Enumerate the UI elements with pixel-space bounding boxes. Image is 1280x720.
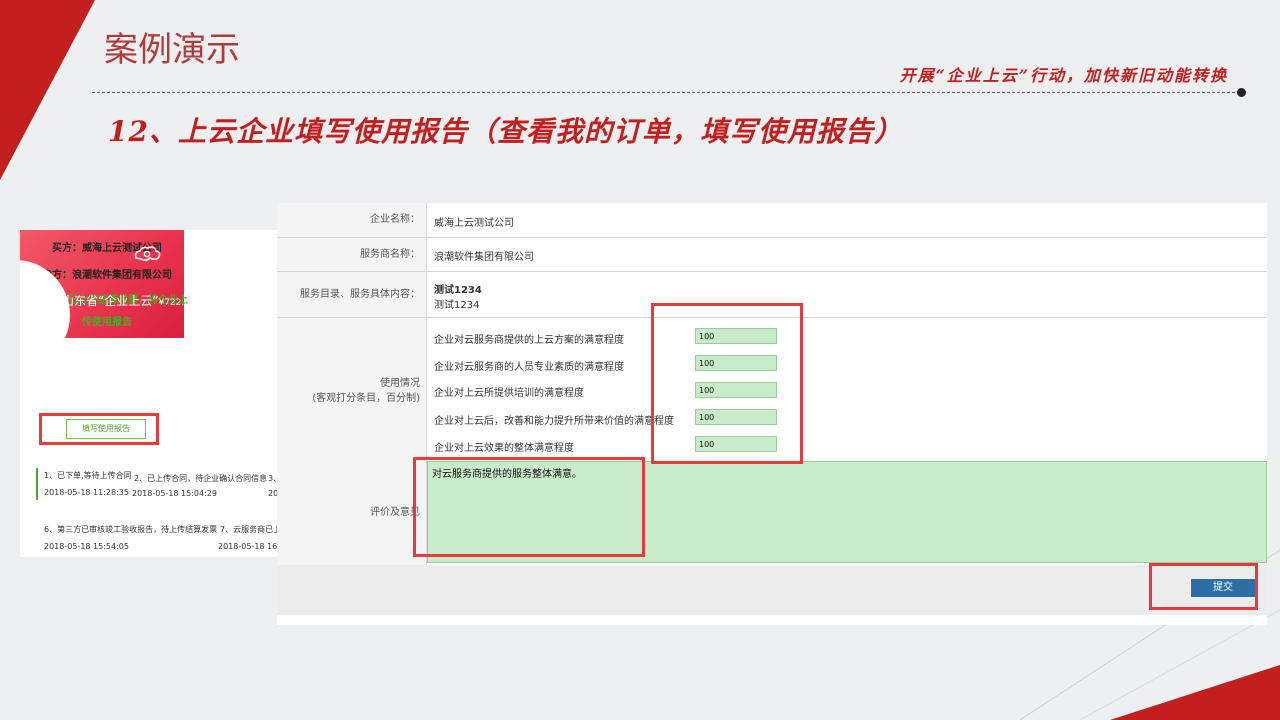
- timeline-date-1: 2018-05-18 11:28:35: [44, 488, 129, 497]
- form-row-provider: 服务商名称： 浪潮软件集团有限公司: [277, 238, 1267, 272]
- divider-line: [92, 92, 1240, 93]
- company-label: 企业名称：: [277, 203, 427, 237]
- company-value: 威海上云测试公司: [434, 218, 514, 229]
- divider-dot: [1237, 88, 1246, 97]
- promo-caption: 山东省“企业上云”¥722.00/次费: [62, 292, 217, 309]
- order-status-line-2: 传使用报告: [82, 317, 132, 328]
- slide-slogan: 开展“企业上云”行动，加快新旧动能转换: [899, 66, 1228, 85]
- question-5: 企业对上云效果的整体满意程度: [434, 443, 574, 454]
- provider-label: 服务商名称：: [277, 238, 427, 271]
- timeline-step-2: 2、已上传合同，待企业确认合同信息: [134, 474, 268, 483]
- slide-title: 案例演示: [104, 30, 240, 70]
- timeline-step-6: 6、第三方已审核竣工验收报告，待上传结算发票: [44, 525, 218, 534]
- timeline-date-6: 2018-05-18 15:54:05: [44, 542, 129, 551]
- comment-label: 评价及意见: [277, 461, 427, 565]
- promo-title: 山东省“企业上云”: [62, 294, 159, 308]
- seller-name: 卖方：浪潮软件集团有限公司: [42, 270, 172, 281]
- timeline-date-7: 2018-05-18 16:0: [218, 542, 278, 551]
- timeline-active-bar: [36, 468, 38, 500]
- question-4: 企业对上云后，改善和能力提升所带来价值的满意程度: [434, 416, 674, 427]
- form-footer: [277, 565, 1267, 615]
- highlight-box-report-button: [39, 413, 159, 445]
- catalog-title: 测试1234: [434, 285, 482, 296]
- catalog-label: 服务目录、服务具体内容：: [277, 272, 427, 317]
- highlight-box-scores: [651, 303, 803, 464]
- form-row-company: 企业名称： 威海上云测试公司: [277, 203, 1267, 238]
- usage-label: 使用情况: [380, 378, 420, 389]
- question-2: 企业对云服务商的人员专业素质的满意程度: [434, 362, 624, 373]
- highlight-box-comment: [413, 457, 645, 557]
- question-3: 企业对上云所提供培训的满意程度: [434, 388, 584, 399]
- provider-value: 浪潮软件集团有限公司: [434, 252, 534, 263]
- highlight-box-submit: [1149, 563, 1258, 610]
- cloud-logo-icon: [134, 246, 161, 262]
- slide-subtitle: 12、上云企业填写使用报告（查看我的订单，填写使用报告）: [108, 115, 903, 148]
- usage-sublabel: (客观打分条目，百分制): [312, 393, 420, 404]
- corner-decoration-bottom-right: [1110, 665, 1280, 720]
- catalog-detail: 测试1234: [434, 300, 480, 311]
- timeline-date-2: 2018-05-18 15:04:29: [132, 489, 217, 498]
- usage-label-cell: 使用情况 (客观打分条目，百分制): [277, 318, 427, 461]
- timeline-step-7: 7、云服务商已上: [220, 525, 278, 534]
- promo-price: ¥722.00/次费: [158, 298, 217, 308]
- corner-decoration-top-left: [0, 0, 95, 180]
- timeline-step-1: 1、已下单,等待上传合同: [44, 471, 132, 480]
- question-1: 企业对云服务商提供的上云方案的满意程度: [434, 335, 624, 346]
- order-detail-panel: 买方：威海上云测试公司 卖方：浪潮软件集团有限公司 云服务商已上传结算发票，待企…: [20, 230, 278, 557]
